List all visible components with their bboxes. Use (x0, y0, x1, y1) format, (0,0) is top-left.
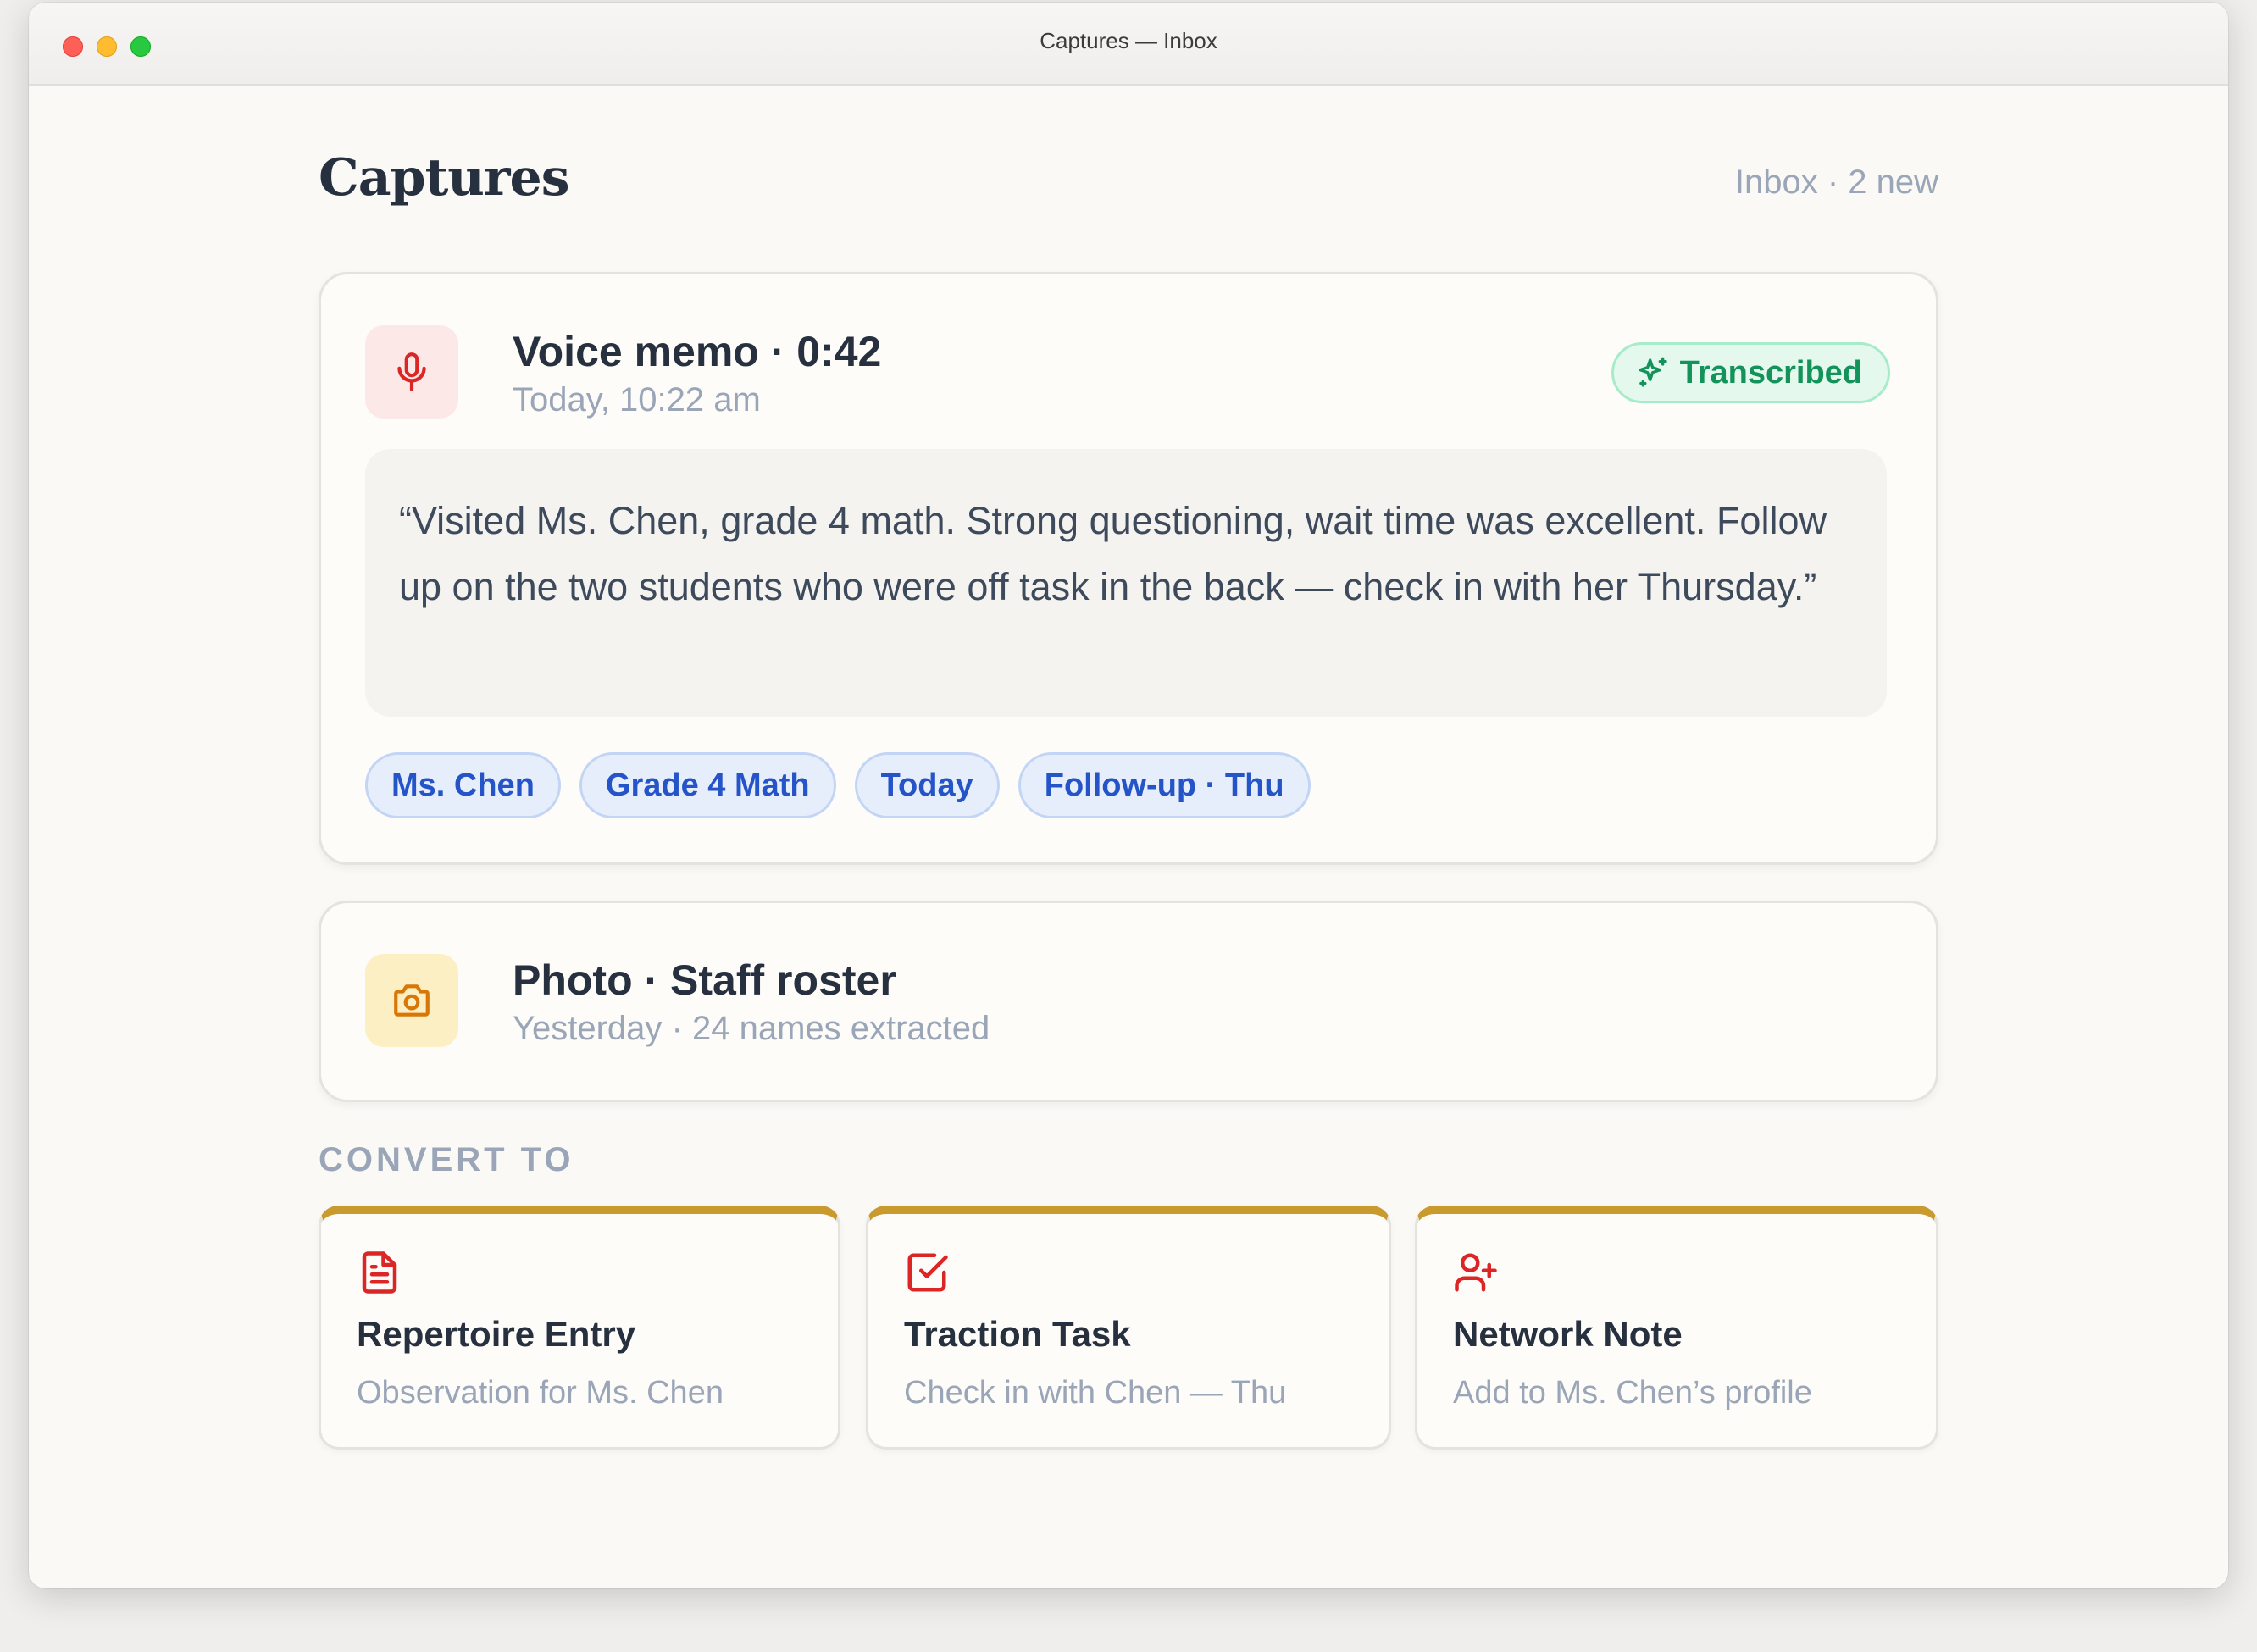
badge-label: Transcribed (1679, 354, 1862, 391)
photo-subtitle: Yesterday · 24 names extracted (513, 1010, 990, 1047)
convert-option-title: Traction Task (904, 1314, 1131, 1354)
app-window: Captures — Inbox Captures Inbox · 2 new … (29, 3, 2228, 1588)
sparkle-icon (1638, 357, 1667, 387)
document-icon (362, 1251, 397, 1294)
tag-grade-4-math[interactable]: Grade 4 Math (579, 752, 836, 818)
voice-memo-timestamp: Today, 10:22 am (513, 381, 761, 419)
convert-repertoire-entry-button[interactable]: Repertoire Entry Observation for Ms. Che… (319, 1206, 840, 1450)
inbox-status: Inbox · 2 new (1734, 164, 1938, 201)
voice-memo-card[interactable]: Voice memo · 0:42 Today, 10:22 am Transc… (319, 272, 1938, 865)
photo-icon-tile (365, 954, 458, 1047)
convert-option-title: Repertoire Entry (357, 1314, 636, 1354)
microphone-icon (397, 352, 426, 391)
page-title: Captures (319, 148, 569, 208)
convert-option-subtitle: Add to Ms. Chen’s profile (1453, 1375, 1812, 1411)
voice-memo-icon-tile (365, 325, 458, 419)
convert-option-title: Network Note (1453, 1314, 1683, 1354)
tag-today[interactable]: Today (854, 752, 1000, 818)
transcribed-badge: Transcribed (1611, 342, 1890, 403)
voice-memo-title: Voice memo · 0:42 (513, 328, 882, 375)
convert-traction-task-button[interactable]: Traction Task Check in with Chen — Thu (866, 1206, 1391, 1450)
transcript-text: “Visited Ms. Chen, grade 4 math. Strong … (365, 449, 1887, 717)
convert-option-subtitle: Observation for Ms. Chen (357, 1375, 724, 1411)
photo-capture-card[interactable]: Photo · Staff roster Yesterday · 24 name… (319, 901, 1938, 1102)
user-plus-icon (1455, 1253, 1497, 1292)
convert-network-note-button[interactable]: Network Note Add to Ms. Chen’s profile (1415, 1206, 1938, 1450)
tag-ms-chen[interactable]: Ms. Chen (365, 752, 561, 818)
tag-list: Ms. Chen Grade 4 Math Today Follow-up · … (365, 752, 1311, 818)
convert-to-label: CONVERT TO (319, 1141, 574, 1178)
checkbox-icon (907, 1253, 948, 1292)
convert-option-subtitle: Check in with Chen — Thu (904, 1375, 1287, 1411)
tag-follow-up-thu[interactable]: Follow-up · Thu (1018, 752, 1311, 818)
window-title: Captures — Inbox (1040, 28, 1217, 53)
photo-title: Photo · Staff roster (513, 956, 896, 1004)
title-bar: Captures — Inbox (29, 3, 2228, 86)
camera-icon (394, 984, 430, 1017)
